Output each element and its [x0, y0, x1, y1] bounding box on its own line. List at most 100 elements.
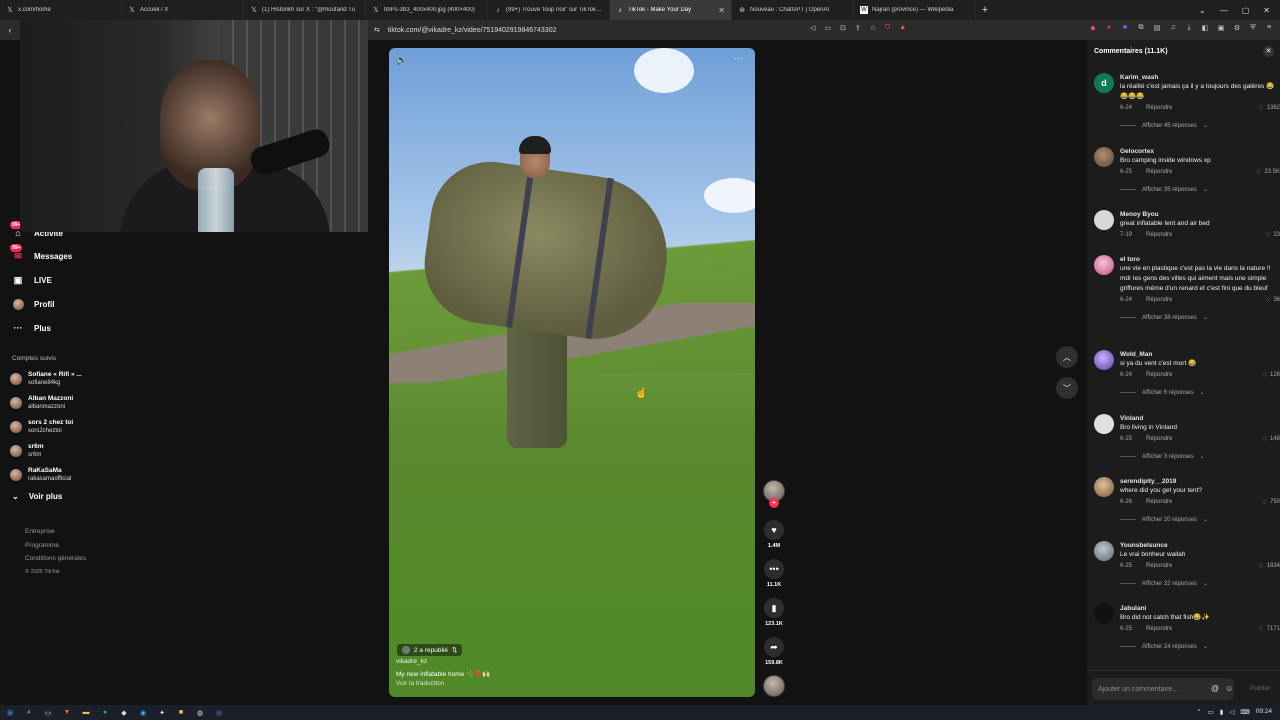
app-icon[interactable]: ◆	[119, 709, 129, 717]
reply-button[interactable]: Répondre	[1146, 563, 1172, 569]
avatar[interactable]	[1094, 147, 1114, 167]
browser-tab[interactable]: 𝕏 (1) Historikh sur X : "@moufarid Tu	[244, 0, 366, 20]
battery-icon[interactable]: ▮	[1220, 708, 1224, 716]
comment-username[interactable]: el toro	[1120, 255, 1280, 264]
comment-like-button[interactable]: ♡ 148	[1262, 436, 1280, 443]
reply-button[interactable]: Répondre	[1146, 297, 1172, 303]
share-icon[interactable]: ⇪	[855, 24, 861, 32]
new-tab-button[interactable]: +	[976, 4, 994, 16]
show-replies-button[interactable]: Afficher 3 réponses ⌄	[1120, 453, 1280, 460]
extension-icon[interactable]: ●	[1104, 24, 1114, 32]
followed-account[interactable]: Sofiane « Rifi » ... sofiane84kg	[10, 371, 82, 387]
music-disc-button[interactable]	[763, 675, 785, 697]
show-replies-button[interactable]: Afficher 32 réponses ⌄	[1120, 580, 1280, 587]
more-options-icon[interactable]: ···	[734, 53, 743, 63]
shield-icon[interactable]: ⛨	[1248, 24, 1258, 32]
app-icon[interactable]: ◍	[195, 709, 205, 717]
footer-link[interactable]: Conditions générales	[25, 552, 86, 566]
spotify-icon[interactable]: ●	[100, 709, 110, 717]
show-replies-button[interactable]: Afficher 24 réponses ⌄	[1120, 643, 1280, 650]
share-button[interactable]: ➦ 159.8K	[763, 637, 785, 666]
comment-like-button[interactable]: ♡ 23.5K	[1256, 169, 1280, 176]
extension-icon[interactable]: ■	[1120, 24, 1130, 32]
reply-button[interactable]: Répondre	[1146, 372, 1172, 378]
followed-account[interactable]: Alban Mazzoni albanmazzoni	[10, 395, 73, 411]
avatar[interactable]	[1094, 350, 1114, 370]
followed-account[interactable]: sors 2 chez toi sors2cheztoi	[10, 419, 73, 435]
comment-username[interactable]: Vinland	[1120, 414, 1280, 423]
task-view-icon[interactable]: ▭	[43, 709, 53, 717]
reply-button[interactable]: Répondre	[1146, 169, 1172, 175]
show-replies-button[interactable]: Afficher 45 réponses ⌄	[1120, 122, 1280, 129]
post-button[interactable]: Publier	[1250, 685, 1270, 692]
browser-tab[interactable]: ♪ (99+) Trouve 'loup noir' sur TikTok | R	[488, 0, 610, 20]
comment-like-button[interactable]: ♡ 126	[1262, 372, 1280, 379]
comment-username[interactable]: Gelocortex	[1120, 147, 1280, 156]
network-icon[interactable]: ▭	[1208, 708, 1214, 716]
sidebar-toggle-icon[interactable]: ◧	[1200, 24, 1210, 32]
mention-icon[interactable]: @	[1211, 684, 1219, 693]
comment-like-button[interactable]: ♡ 1834	[1258, 563, 1280, 570]
sidebar-item-more[interactable]: ··· Plus	[12, 322, 51, 334]
republished-badge[interactable]: 2 a republié ⇅	[397, 644, 463, 656]
avatar[interactable]	[1094, 414, 1114, 434]
reply-button[interactable]: Répondre	[1146, 105, 1172, 111]
screenshot-icon[interactable]: ⊡	[840, 24, 846, 32]
menu-icon[interactable]: ≡	[1264, 24, 1274, 32]
volume-icon[interactable]: 🔈	[396, 55, 407, 66]
comment-username[interactable]: Wold_Man	[1120, 350, 1280, 359]
browser-tab-active[interactable]: ♪ TikTok - Make Your Day ✕	[610, 0, 732, 20]
vpn-icon[interactable]: ⚙	[1232, 24, 1242, 32]
reply-button[interactable]: Répondre	[1146, 232, 1172, 238]
comment-like-button[interactable]: ♡ 750	[1262, 499, 1280, 506]
bookmark-icon[interactable]: ☆	[870, 24, 876, 32]
video-player[interactable]: 🔈 ··· 2 a republié ⇅ vikadre_kz My new i…	[389, 48, 755, 697]
reply-button[interactable]: Répondre	[1146, 436, 1172, 442]
puzzle-icon[interactable]: ⧉	[1136, 24, 1146, 32]
close-window-icon[interactable]: ✕	[1263, 6, 1270, 15]
like-button[interactable]: ♥ 1.4M	[763, 520, 785, 549]
file-explorer-icon[interactable]: ▬	[81, 709, 91, 717]
see-translation-link[interactable]: Voir la traduction	[396, 680, 444, 687]
followed-account[interactable]: sr6m sr6m	[10, 443, 44, 459]
comment-like-button[interactable]: ♡ 23	[1265, 232, 1280, 239]
music-icon[interactable]: ♫	[1168, 24, 1178, 32]
emoji-icon[interactable]: ☺	[1225, 684, 1233, 693]
save-button[interactable]: ▮ 123.1K	[763, 598, 785, 627]
chevron-up-icon[interactable]: ⌃	[1196, 708, 1201, 716]
discord-icon[interactable]: ◎	[214, 709, 224, 717]
brave-browser-icon[interactable]: ▼	[62, 709, 72, 717]
minimize-icon[interactable]: —	[1220, 6, 1228, 15]
comment-like-button[interactable]: ♡ 7171	[1258, 626, 1280, 633]
comment-like-button[interactable]: ♡ 1362	[1258, 105, 1280, 112]
see-more-button[interactable]: ⌄ Voir plus	[12, 492, 62, 501]
rewards-icon[interactable]: ▲	[899, 24, 906, 32]
video-username[interactable]: vikadre_kz	[396, 658, 427, 665]
speaker-icon[interactable]: ◁	[810, 24, 815, 32]
comment-like-button[interactable]: ♡ 36	[1265, 297, 1280, 304]
sidebar-item-messages[interactable]: ✉ 99+ Messages	[10, 244, 72, 262]
avatar[interactable]	[1094, 541, 1114, 561]
previous-video-button[interactable]: ︿	[1056, 346, 1078, 368]
windows-start-icon[interactable]: ⊞	[5, 709, 15, 717]
app-icon[interactable]: ✦	[157, 709, 167, 717]
reply-button[interactable]: Répondre	[1146, 499, 1172, 505]
show-replies-button[interactable]: Afficher 35 réponses ⌄	[1120, 186, 1280, 193]
browser-tab[interactable]: 𝕏x.com/home	[0, 0, 122, 20]
clock[interactable]: 09:24	[1256, 708, 1272, 716]
app-icon[interactable]: ■	[176, 709, 186, 717]
browser-tab[interactable]: W Najran (province) — Wikipédia	[854, 0, 976, 20]
browser-tab[interactable]: 𝕏 Accueil / X	[122, 0, 244, 20]
browser-tab[interactable]: 𝕏tmPs-3b3_400x400.jpg (400×400)	[366, 0, 488, 20]
comment-username[interactable]: Karim_wash	[1120, 73, 1280, 82]
author-avatar-button[interactable]: +	[763, 480, 785, 508]
avatar[interactable]	[1094, 477, 1114, 497]
followed-account[interactable]: RaKaSaMa rakasamaofficial	[10, 467, 71, 483]
close-tab-icon[interactable]: ✕	[718, 6, 725, 15]
chevron-down-icon[interactable]: ⌄	[1199, 6, 1206, 15]
avatar[interactable]	[1094, 255, 1114, 275]
avatar[interactable]	[1094, 604, 1114, 624]
next-video-button[interactable]: ﹀	[1056, 377, 1078, 399]
avatar[interactable]	[1094, 210, 1114, 230]
wallet-icon[interactable]: ▣	[1216, 24, 1226, 32]
